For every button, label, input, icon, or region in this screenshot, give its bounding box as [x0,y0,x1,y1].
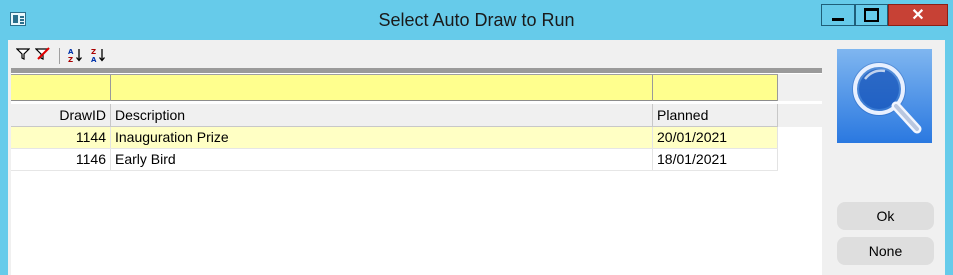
column-header-row: DrawID Description Planned [11,104,778,127]
drawid-filter-cell [11,75,111,101]
planned-filter-input[interactable] [653,75,777,101]
planned-cell: 20/01/2021 [653,127,778,148]
filter-row [11,74,778,101]
filter-icon[interactable] [15,47,31,65]
magnifier-icon [837,49,932,143]
planned-cell: 18/01/2021 [653,149,778,170]
svg-text:Z: Z [91,48,96,56]
grid-top-bar [11,68,822,73]
minimize-button[interactable] [821,4,855,26]
planned-filter-cell [653,75,778,101]
description-filter-input[interactable] [111,75,652,101]
sort-ascending-icon[interactable]: AZ [67,47,83,65]
svg-text:A: A [68,48,74,56]
ok-button[interactable]: Ok [837,202,934,230]
description-cell: Inauguration Prize [111,127,653,148]
svg-text:Z: Z [68,56,73,63]
grid-toolbar: AZ ZA [11,43,822,68]
svg-text:A: A [91,56,97,63]
maximize-icon [864,8,879,22]
sort-descending-icon[interactable]: ZA [90,47,106,65]
title-bar: Select Auto Draw to Run ✕ [0,0,953,40]
table-row[interactable]: 1144 Inauguration Prize 20/01/2021 [11,127,778,149]
header-row-filler [778,104,822,127]
column-header-description[interactable]: Description [111,104,653,126]
grid-panel: AZ ZA DrawID Description Planned 1144 In… [11,43,822,275]
window-title: Select Auto Draw to Run [378,10,575,30]
column-header-planned[interactable]: Planned [653,104,778,126]
maximize-button[interactable] [855,4,888,26]
drawid-filter-input[interactable] [11,75,110,101]
dialog-body: AZ ZA DrawID Description Planned 1144 In… [8,40,945,275]
table-row[interactable]: 1146 Early Bird 18/01/2021 [11,149,778,171]
clear-filter-icon[interactable] [34,47,51,65]
description-cell: Early Bird [111,149,653,170]
none-button[interactable]: None [837,237,934,265]
toolbar-separator [59,48,60,64]
close-icon: ✕ [911,7,925,24]
drawid-cell: 1146 [11,149,111,170]
description-filter-cell [111,75,653,101]
side-panel: Ok None [826,43,943,275]
filter-row-filler [778,74,822,101]
close-button[interactable]: ✕ [888,4,948,26]
drawid-cell: 1144 [11,127,111,148]
minimize-icon [832,17,844,21]
column-header-drawid[interactable]: DrawID [11,104,111,126]
